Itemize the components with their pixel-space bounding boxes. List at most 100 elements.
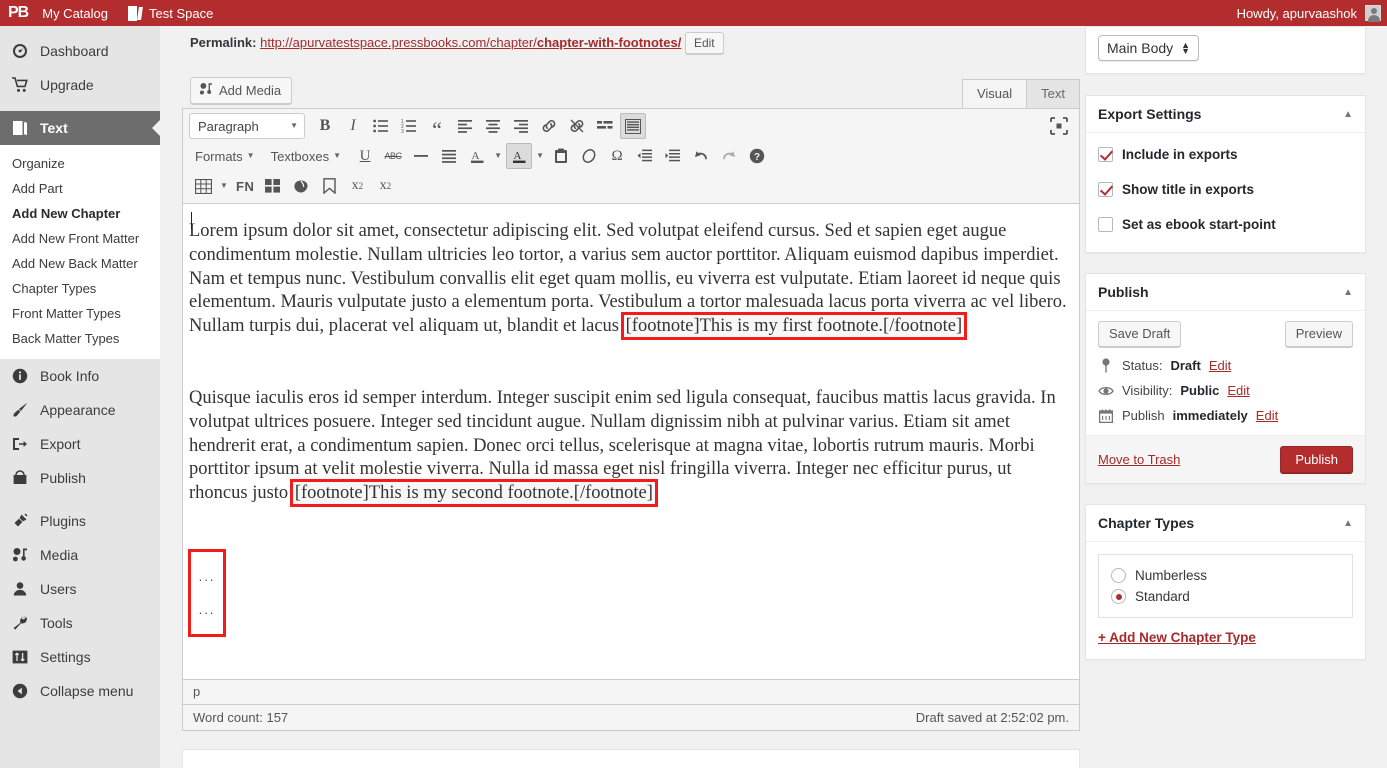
redo-icon[interactable] <box>716 143 742 169</box>
textboxes-dropdown[interactable]: Textboxes ▼ <box>265 143 347 169</box>
checkbox-show-title-in-exports[interactable]: Show title in exports <box>1098 182 1353 197</box>
add-new-chapter-type-link[interactable]: + Add New Chapter Type <box>1098 630 1256 645</box>
status-edit-link[interactable]: Edit <box>1209 358 1231 373</box>
special-character-icon[interactable]: Ω <box>604 143 630 169</box>
clear-formatting-icon[interactable] <box>576 143 602 169</box>
permalink-url[interactable]: http://apurvatestspace.pressbooks.com/ch… <box>260 35 681 50</box>
bookmark-icon[interactable] <box>316 173 342 199</box>
anchor-icon[interactable] <box>288 173 314 199</box>
sidebar-item-plugins[interactable]: Plugins <box>0 504 160 538</box>
checkbox-icon[interactable] <box>1098 147 1113 162</box>
distraction-free-icon[interactable] <box>1046 113 1072 139</box>
submenu-item-add-new-front-matter[interactable]: Add New Front Matter <box>0 226 160 251</box>
chevron-up-icon[interactable]: ▲ <box>1343 287 1353 298</box>
export-settings-header[interactable]: Export Settings ▲ <box>1086 96 1365 133</box>
admin-bar-account[interactable]: Howdy, apurvaashok <box>1237 5 1387 22</box>
increase-indent-icon[interactable] <box>660 143 686 169</box>
chapter-types-header[interactable]: Chapter Types ▲ <box>1086 505 1365 542</box>
radio-numberless[interactable]: Numberless <box>1111 565 1340 586</box>
text-color-icon[interactable]: A <box>464 143 490 169</box>
horizontal-rule-icon[interactable] <box>408 143 434 169</box>
sidebar-item-publish[interactable]: Publish <box>0 461 160 495</box>
sidebar-item-dashboard[interactable]: Dashboard <box>0 34 160 68</box>
sidebar-item-export[interactable]: Export <box>0 427 160 461</box>
italic-icon[interactable]: I <box>340 113 366 139</box>
underline-icon[interactable]: U <box>352 143 378 169</box>
submenu-item-front-matter-types[interactable]: Front Matter Types <box>0 301 160 326</box>
align-right-icon[interactable] <box>508 113 534 139</box>
radio-icon[interactable] <box>1111 568 1126 583</box>
publish-header[interactable]: Publish ▲ <box>1086 274 1365 311</box>
move-to-trash-link[interactable]: Move to Trash <box>1098 452 1180 467</box>
submenu-item-organize[interactable]: Organize <box>0 151 160 176</box>
paragraph-format-select[interactable]: Paragraph ▼ <box>189 113 305 139</box>
insert-link-icon[interactable] <box>536 113 562 139</box>
footnote-icon[interactable]: FN <box>232 173 258 199</box>
read-more-icon[interactable] <box>592 113 618 139</box>
align-center-icon[interactable] <box>480 113 506 139</box>
sidebar-item-book-info[interactable]: Book Info <box>0 359 160 393</box>
bullet-list-icon[interactable] <box>368 113 394 139</box>
part-select[interactable]: Main Body ▲ ▼ <box>1098 35 1200 61</box>
submenu-item-back-matter-types[interactable]: Back Matter Types <box>0 326 160 351</box>
formats-dropdown[interactable]: Formats ▼ <box>189 143 261 169</box>
blockquote-icon[interactable]: “ <box>424 113 450 141</box>
glossary-icon[interactable] <box>260 173 286 199</box>
editor-paragraph-2[interactable]: Quisque iaculis eros id semper interdum.… <box>189 387 1067 508</box>
preview-button[interactable]: Preview <box>1284 321 1353 347</box>
sidebar-item-media[interactable]: Media <box>0 538 160 572</box>
undo-icon[interactable] <box>688 143 714 169</box>
unlink-icon[interactable] <box>564 113 590 139</box>
decrease-indent-icon[interactable] <box>632 143 658 169</box>
checkbox-include-in-exports[interactable]: Include in exports <box>1098 147 1353 162</box>
subscript-icon[interactable]: x2 <box>372 173 398 199</box>
align-left-icon[interactable] <box>452 113 478 139</box>
paste-as-text-icon[interactable] <box>548 143 574 169</box>
numbered-list-icon[interactable]: 123 <box>396 113 422 139</box>
edit-permalink-button[interactable]: Edit <box>684 32 724 54</box>
background-color-icon[interactable]: A <box>506 143 533 169</box>
pressbooks-logo[interactable]: PB <box>0 0 32 26</box>
sidebar-item-appearance[interactable]: Appearance <box>0 393 160 427</box>
toolbar-toggle-icon[interactable] <box>620 113 646 139</box>
checkbox-icon[interactable] <box>1098 182 1113 197</box>
sidebar-item-settings[interactable]: Settings <box>0 640 160 674</box>
bold-icon[interactable]: B <box>312 113 338 139</box>
submenu-item-add-new-chapter[interactable]: Add New Chapter <box>0 201 160 226</box>
text-color-chevron-icon[interactable]: ▼ <box>492 143 504 169</box>
post-side-column: Main Body ▲ ▼ Export Settings ▲ Include i… <box>1085 26 1366 680</box>
sidebar-item-upgrade[interactable]: Upgrade <box>0 68 160 102</box>
radio-icon[interactable] <box>1111 589 1126 604</box>
publish-button[interactable]: Publish <box>1280 446 1353 473</box>
strikethrough-icon[interactable]: ABC <box>380 143 406 169</box>
editor-paragraph-1[interactable]: Lorem ipsum dolor sit amet, consectetur … <box>189 220 1067 341</box>
tab-text[interactable]: Text <box>1026 79 1080 108</box>
admin-bar-item-my-catalog[interactable]: My Catalog <box>32 0 118 26</box>
save-draft-button[interactable]: Save Draft <box>1098 321 1182 347</box>
justify-icon[interactable] <box>436 143 462 169</box>
tab-visual[interactable]: Visual <box>961 79 1028 108</box>
background-color-chevron-icon[interactable]: ▼ <box>534 143 546 169</box>
radio-standard[interactable]: Standard <box>1111 586 1340 607</box>
keyboard-shortcuts-icon[interactable]: ? <box>744 143 770 169</box>
sidebar-item-tools[interactable]: Tools <box>0 606 160 640</box>
submenu-item-add-new-back-matter[interactable]: Add New Back Matter <box>0 251 160 276</box>
add-media-button[interactable]: Add Media <box>190 77 293 104</box>
checkbox-set-as-ebook-start-point[interactable]: Set as ebook start-point <box>1098 217 1353 232</box>
checkbox-icon[interactable] <box>1098 217 1113 232</box>
sidebar-item-text[interactable]: Text <box>0 111 160 145</box>
admin-bar-item-test-space[interactable]: Test Space <box>118 0 223 26</box>
table-chevron-icon[interactable]: ▼ <box>218 173 230 199</box>
chevron-up-icon[interactable]: ▲ <box>1343 518 1353 529</box>
editor-content-area[interactable]: Lorem ipsum dolor sit amet, consectetur … <box>182 203 1080 680</box>
superscript-icon[interactable]: x2 <box>344 173 370 199</box>
sidebar-item-users[interactable]: Users <box>0 572 160 606</box>
visibility-edit-link[interactable]: Edit <box>1227 383 1249 398</box>
submenu-item-add-part[interactable]: Add Part <box>0 176 160 201</box>
sidebar-item-collapse-menu[interactable]: Collapse menu <box>0 674 160 708</box>
table-icon[interactable] <box>190 173 216 199</box>
submenu-item-chapter-types[interactable]: Chapter Types <box>0 276 160 301</box>
footnote-placeholder-box[interactable]: ... ... <box>188 548 226 637</box>
schedule-edit-link[interactable]: Edit <box>1256 408 1278 423</box>
chevron-up-icon[interactable]: ▲ <box>1343 109 1353 120</box>
